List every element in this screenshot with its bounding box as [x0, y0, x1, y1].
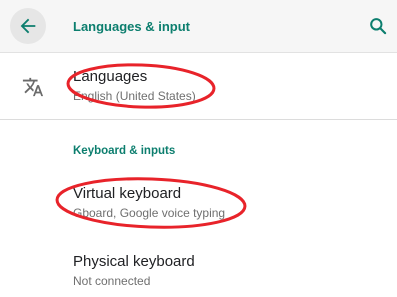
- search-button[interactable]: [368, 16, 388, 36]
- languages-title: Languages: [73, 68, 148, 85]
- physical-keyboard-summary: Not connected: [73, 274, 151, 288]
- physical-keyboard-row[interactable]: [0, 240, 397, 297]
- arrow-back-icon: [20, 18, 36, 34]
- page-title: Languages & input: [73, 19, 190, 34]
- search-icon: [370, 18, 387, 35]
- app-bar: Languages & input: [0, 0, 397, 53]
- languages-summary: English (United States): [73, 89, 196, 103]
- languages-row[interactable]: [0, 53, 397, 120]
- translate-icon: [22, 76, 44, 98]
- virtual-keyboard-summary: Gboard, Google voice typing: [73, 206, 226, 220]
- virtual-keyboard-row[interactable]: [0, 172, 397, 230]
- back-button[interactable]: [10, 8, 46, 44]
- virtual-keyboard-title: Virtual keyboard: [73, 185, 182, 202]
- keyboard-section-header: Keyboard & inputs: [73, 145, 176, 157]
- physical-keyboard-title: Physical keyboard: [73, 253, 195, 270]
